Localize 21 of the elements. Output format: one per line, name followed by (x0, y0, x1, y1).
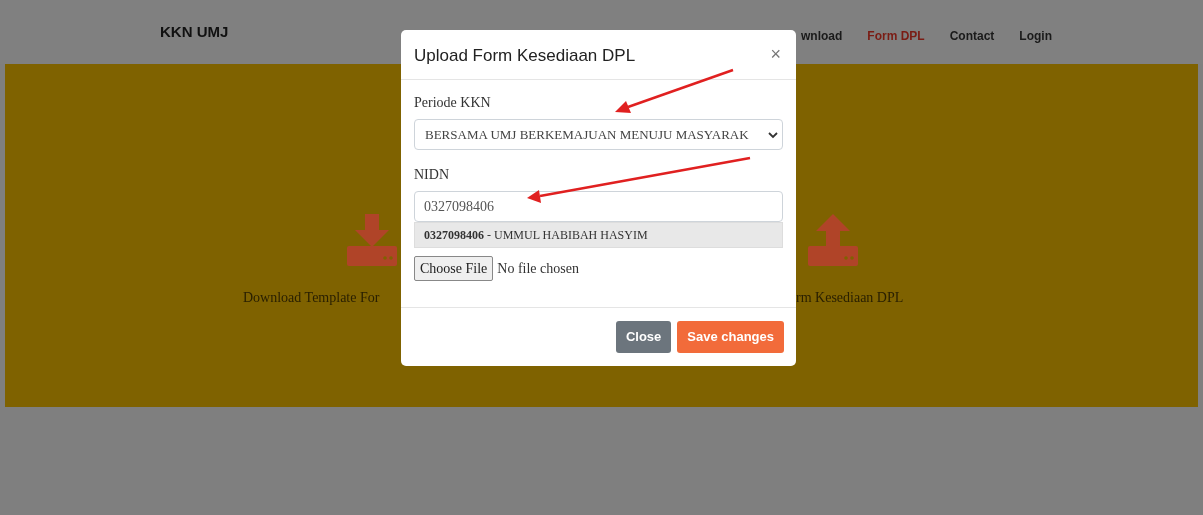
close-button[interactable]: × (768, 41, 783, 68)
choose-file-button[interactable]: Choose File (414, 256, 494, 281)
save-button[interactable]: Save changes (677, 321, 784, 353)
close-button[interactable]: Close (615, 321, 672, 353)
input-field[interactable]: 0327098406 (414, 191, 783, 222)
file-status: No file chosen (497, 260, 579, 278)
upload-icon[interactable] (808, 214, 858, 266)
brand-link[interactable]: KKN UMJ (160, 20, 229, 44)
modal-title: Upload Form Kesediaan DPL (414, 46, 636, 67)
field-label: NIDN (414, 166, 449, 184)
nav-link[interactable]: wnload (801, 27, 843, 45)
nav-link[interactable]: Form DPL (867, 27, 925, 45)
nav-link[interactable]: Contact (949, 27, 995, 45)
select-field[interactable]: BERSAMA UMJ BERKEMAJUAN MENUJU MASYARAK (414, 119, 783, 150)
card-label: Download Template For (243, 289, 381, 307)
nav-link[interactable]: Login (1019, 27, 1052, 45)
card-label: rm Kesediaan DPL (796, 289, 904, 307)
field-label: Periode KKN (414, 94, 491, 112)
chevron-down-icon (768, 130, 778, 139)
download-icon[interactable] (347, 214, 397, 266)
autocomplete-item[interactable]: 0327098406 - UMMUL HABIBAH HASYIM (415, 223, 782, 247)
